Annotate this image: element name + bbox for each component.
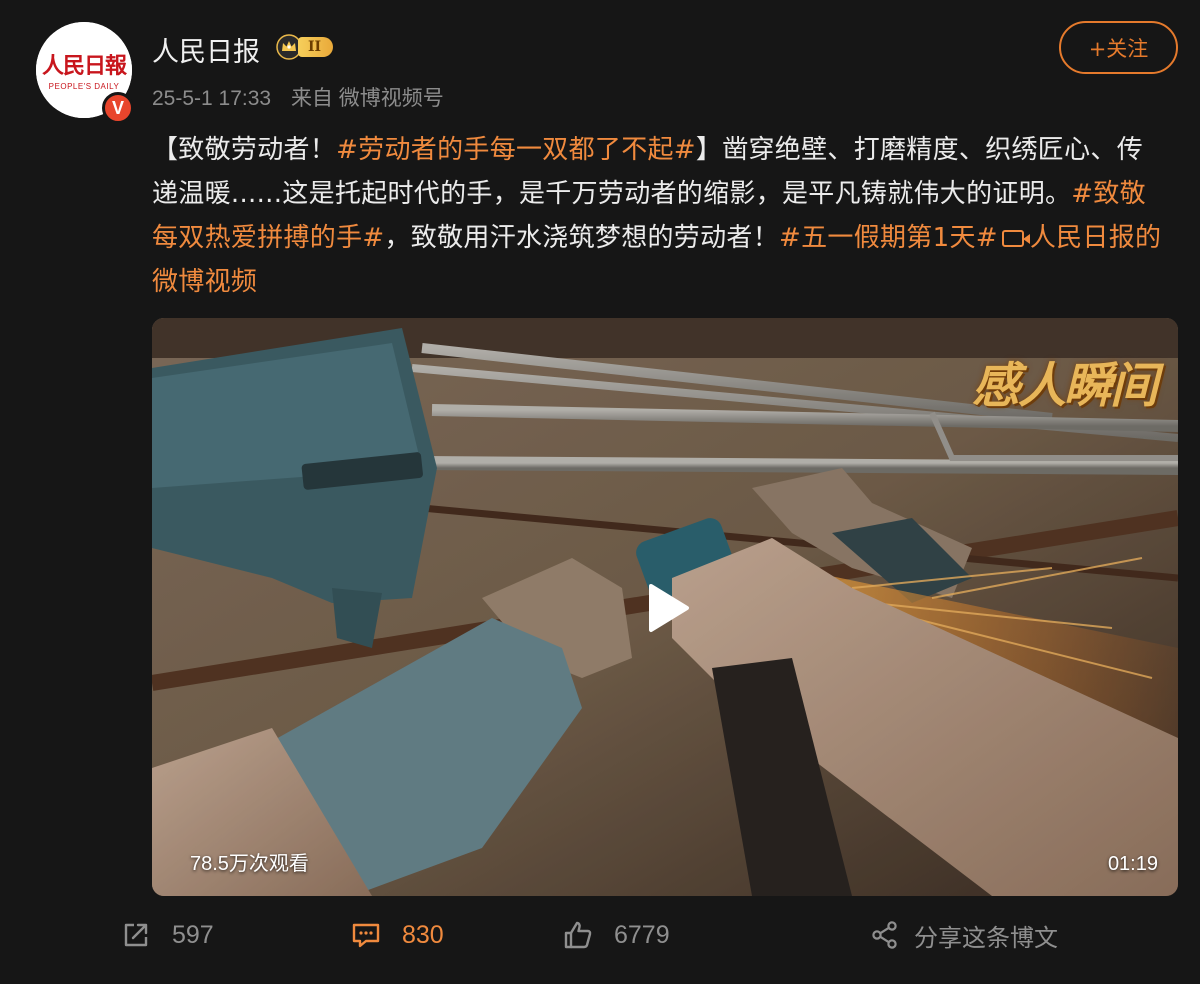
repost-count: 597 [172,920,214,949]
like-count: 6779 [614,920,670,949]
post-source: 来自 微博视频号 [290,87,444,110]
like-icon [564,921,592,949]
avatar-logo-text: 人民日報 [41,53,127,79]
author-name[interactable]: 人民日报 [152,30,260,69]
share-icon [872,921,897,949]
comment-count: 830 [402,920,444,949]
repost-icon [124,923,148,947]
post-timestamp[interactable]: 25-5-1 17:33 [152,87,271,110]
post-text-body-2: ，致敬用汗水浇筑梦想的劳动者！ [384,223,780,253]
hashtag-link[interactable]: #五一假期第1天# [779,223,998,253]
video-player[interactable]: 感人瞬间 78.5万次观看 01:19 [152,318,1178,896]
video-overlay-title: 感人瞬间 [971,358,1158,414]
video-duration: 01:19 [1107,853,1158,875]
weibo-post-card: 人民日報 PEOPLE'S DAILY V 人民日报 II 25-5-1 17:… [0,0,1200,984]
post-text: 【致敬劳动者！#劳动者的手每一双都了不起#】凿穿绝壁、打磨精度、织绣匠心、传递温… [152,128,1162,304]
share-button[interactable]: 分享这条博文 [870,910,1058,960]
vip-level: II [298,37,334,57]
play-icon[interactable] [637,580,693,636]
video-view-count: 78.5万次观看 [190,853,309,875]
video-link-icon[interactable] [1001,230,1030,247]
vip-badge[interactable]: II [276,34,334,60]
comment-icon [352,923,380,948]
hashtag-link[interactable]: #劳动者的手每一双都了不起# [336,135,696,165]
verified-badge-icon: V [102,92,134,124]
comment-button[interactable]: 830 [350,910,444,960]
avatar-logo-subtitle: PEOPLE'S DAILY [48,82,120,91]
action-bar: 597 830 6779 分享这条博文 [0,910,1200,960]
like-button[interactable]: 6779 [562,910,670,960]
post-meta: 25-5-1 17:33 来自 微博视频号 [152,82,458,112]
follow-button[interactable]: +关注 [1059,21,1178,74]
post-text-intro: 【致敬劳动者！ [152,135,337,165]
share-label: 分享这条博文 [914,923,1058,952]
repost-button[interactable]: 597 [120,910,214,960]
